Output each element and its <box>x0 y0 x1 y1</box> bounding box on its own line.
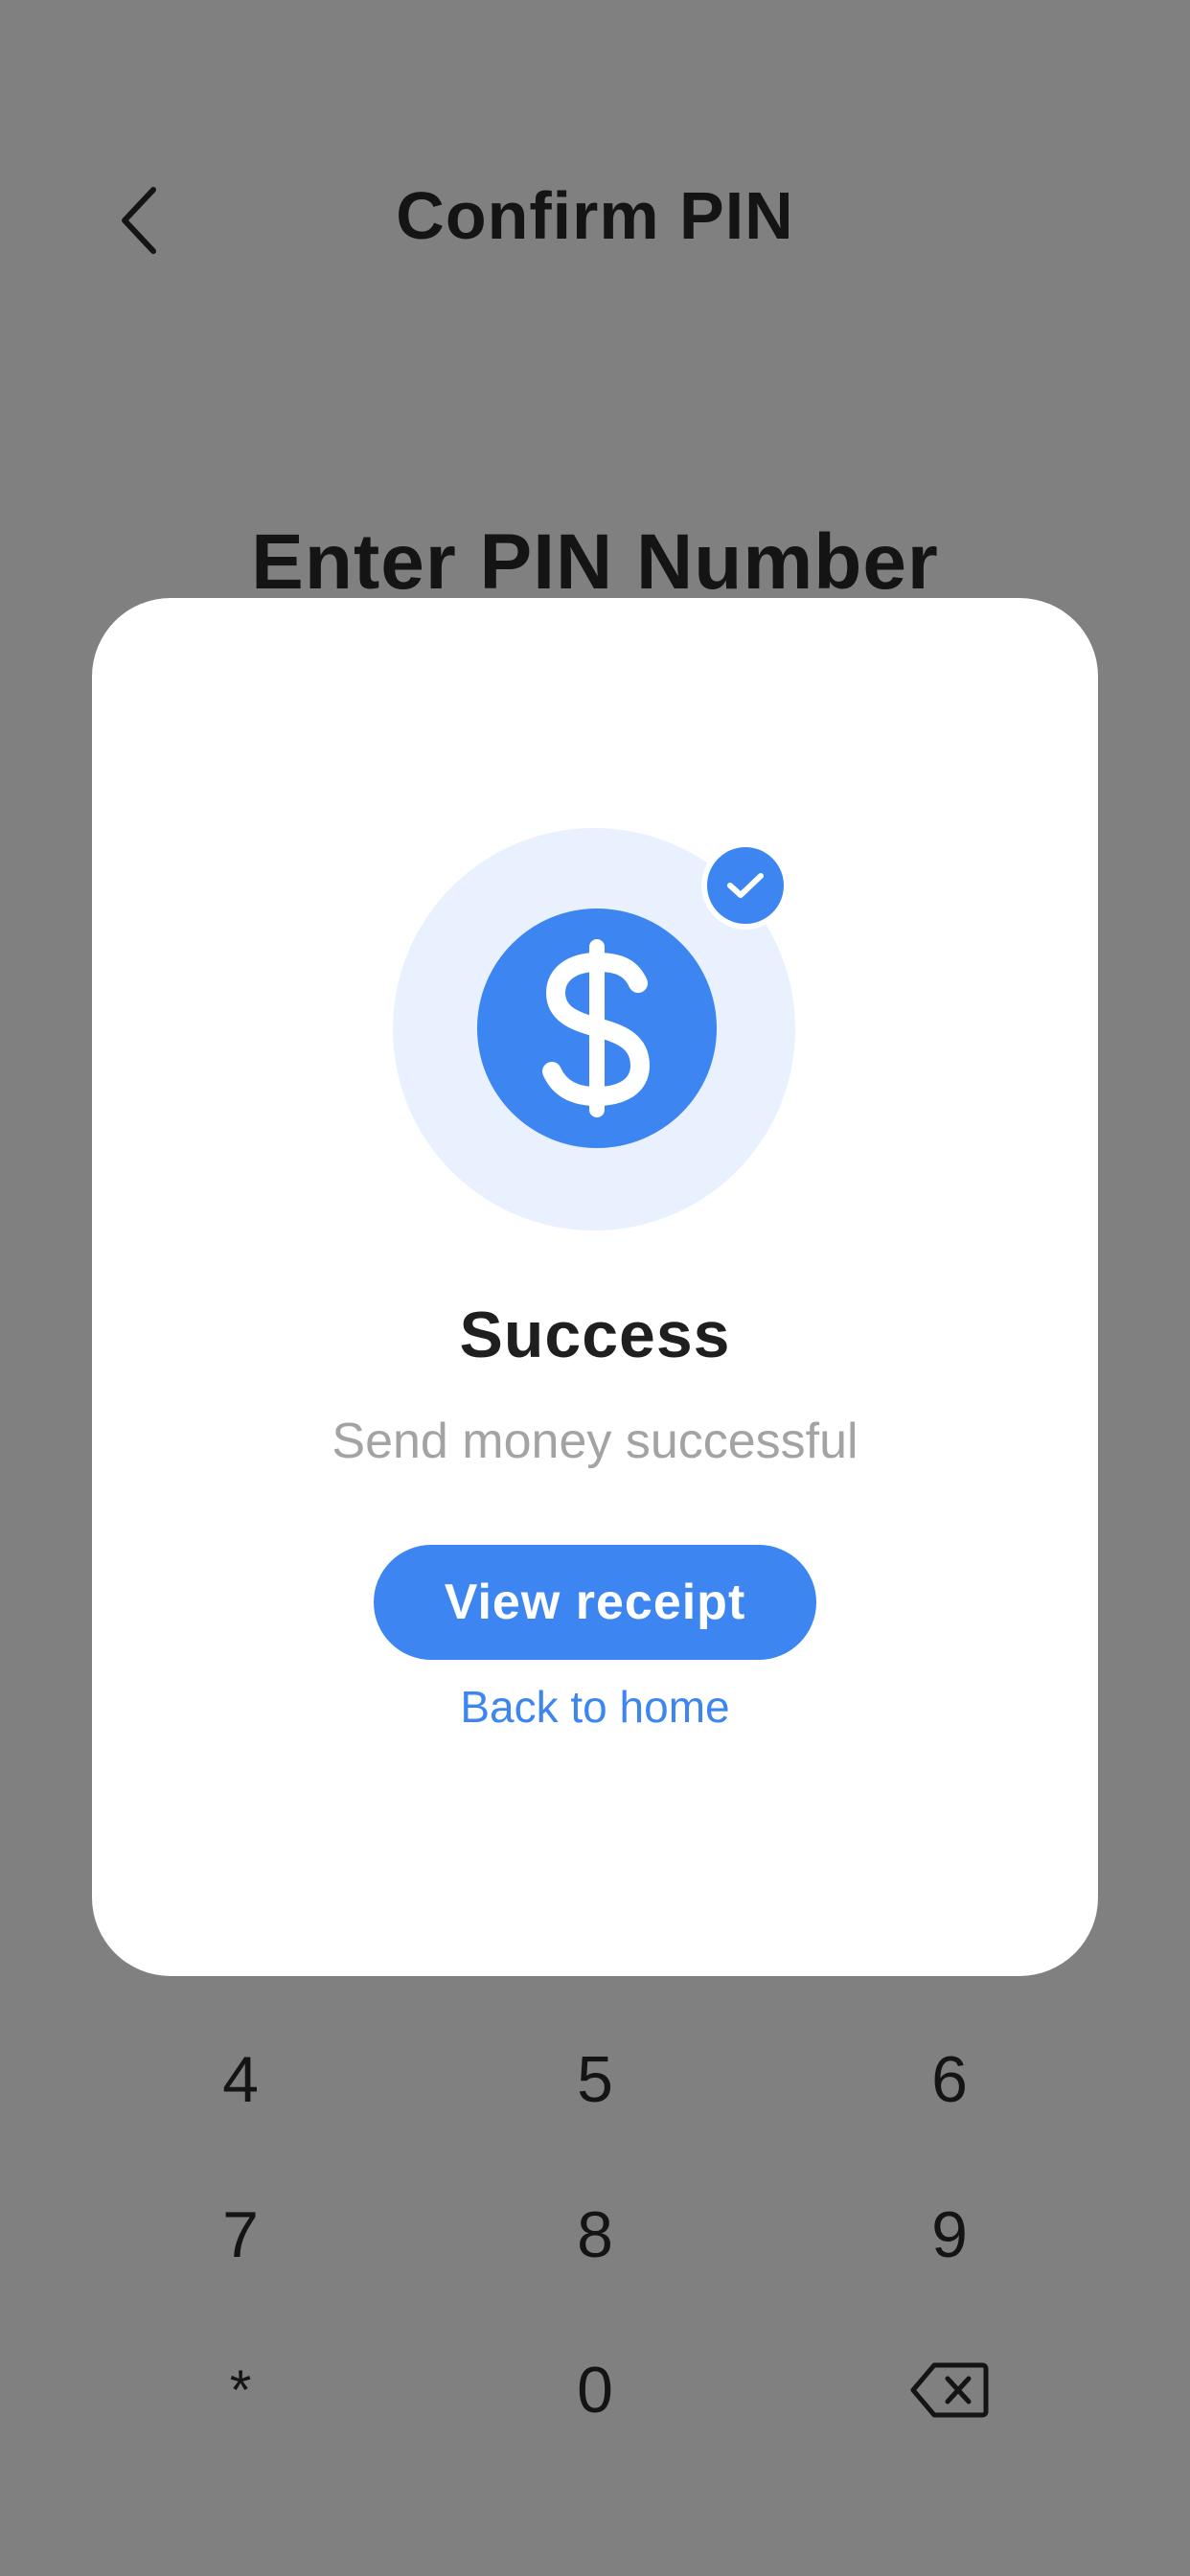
key-5[interactable]: 5 <box>480 2012 710 2147</box>
key-0[interactable]: 0 <box>480 2323 710 2457</box>
success-title: Success <box>459 1299 731 1371</box>
view-receipt-button[interactable]: View receipt <box>374 1545 816 1660</box>
check-badge-icon <box>701 841 790 930</box>
confirm-pin-screen: Confirm PIN Enter PIN Number 4 5 6 7 8 9… <box>0 0 1190 2576</box>
key-8[interactable]: 8 <box>480 2168 710 2302</box>
keypad: 4 5 6 7 8 9 * 0 <box>0 2012 1190 2511</box>
success-subtitle: Send money successful <box>332 1414 858 1469</box>
key-4[interactable]: 4 <box>126 2012 355 2147</box>
backspace-icon <box>910 2362 989 2418</box>
key-asterisk[interactable]: * <box>126 2323 355 2457</box>
page-title: Confirm PIN <box>396 178 794 253</box>
dollar-coin-icon <box>477 908 717 1148</box>
back-to-home-link[interactable]: Back to home <box>92 1681 1098 1733</box>
backspace-button[interactable] <box>835 2323 1064 2457</box>
header: Confirm PIN <box>0 144 1190 297</box>
key-7[interactable]: 7 <box>126 2168 355 2302</box>
key-9[interactable]: 9 <box>835 2168 1064 2302</box>
success-modal: Success Send money successful View recei… <box>92 598 1098 1976</box>
pin-heading: Enter PIN Number <box>251 518 939 606</box>
key-6[interactable]: 6 <box>835 2012 1064 2147</box>
